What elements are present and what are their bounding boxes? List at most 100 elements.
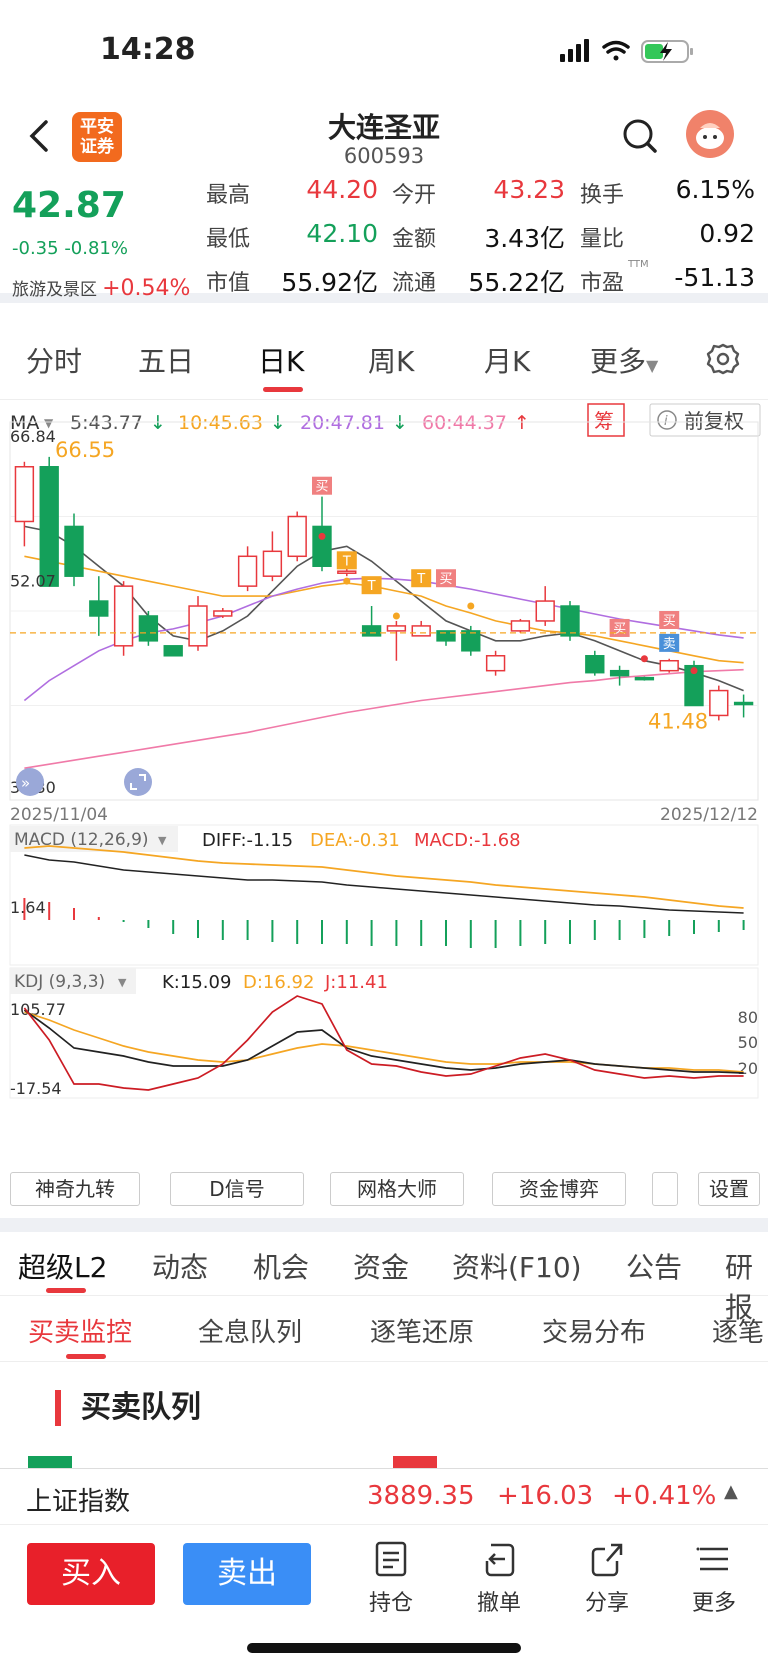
tool-d-signal[interactable]: D信号 <box>170 1172 304 1206</box>
macd-bar <box>221 920 224 940</box>
share-icon <box>591 1543 623 1577</box>
index-change: +16.03 <box>497 1481 594 1511</box>
subtab-queue[interactable]: 全息队列 <box>198 1312 302 1349</box>
positions-button[interactable]: 持仓 <box>356 1539 426 1617</box>
tab-announcements[interactable]: 公告 <box>626 1246 682 1286</box>
ma5-value: 5:43.77 <box>70 412 143 434</box>
index-name: 上证指数 <box>26 1487 131 1517</box>
macd-series <box>23 845 745 948</box>
period-tabs: 分时 五日 日K 周K 月K 更多▼ <box>0 320 768 400</box>
macd-bar <box>73 908 75 920</box>
macd-bar <box>643 920 646 938</box>
tab-daily-k[interactable]: 日K <box>258 340 304 380</box>
more-button[interactable]: 更多 <box>679 1539 749 1617</box>
quote-sup: TTM <box>628 259 649 270</box>
subtab-tick[interactable]: 逐笔 <box>712 1312 764 1349</box>
cancel-order-button[interactable]: 撤单 <box>464 1539 534 1617</box>
subtab-tick-replay[interactable]: 逐笔还原 <box>370 1312 474 1349</box>
subtab-monitor[interactable]: 买卖监控 <box>28 1312 132 1349</box>
kdj-label[interactable]: KDJ (9,3,3) <box>14 972 105 992</box>
sell-button[interactable]: 卖出 <box>183 1543 311 1605</box>
queue-sell-tag <box>393 1456 437 1468</box>
buy-marker-text: 买 <box>613 622 626 637</box>
j-line <box>23 995 744 1091</box>
tab-opportunity[interactable]: 机会 <box>253 1246 309 1286</box>
ma20-value: 20:47.81 <box>300 412 385 434</box>
l2-subtabs: 买卖监控 全息队列 逐笔还原 交易分布 逐笔 <box>0 1296 768 1362</box>
index-bar[interactable]: 上证指数 3889.35 +16.03 +0.41% ▲ <box>0 1468 768 1524</box>
sector-info[interactable]: 旅游及景区 +0.54% <box>12 275 190 301</box>
macd-diff: DIFF:-1.15 <box>202 830 293 851</box>
ma10-arrow-icon: ↓ <box>270 412 286 434</box>
share-label: 分享 <box>584 1591 629 1616</box>
kdj-caret-icon: ▼ <box>118 976 127 989</box>
macd-bar <box>246 920 249 940</box>
candle-body <box>312 525 332 567</box>
search-icon[interactable] <box>622 118 658 160</box>
signal-dot <box>318 532 326 540</box>
fullscreen-icon[interactable] <box>124 768 152 796</box>
info-tabs: 超级L2 动态 机会 资金 资料(F10) 公告 研报 <box>0 1232 768 1324</box>
chip-label: 筹 <box>594 409 614 433</box>
candle-body <box>634 676 655 681</box>
candle-body <box>659 659 679 672</box>
kdj-bottom-label: -17.54 <box>10 1079 62 1098</box>
k-line <box>23 1009 744 1074</box>
ma60-arrow-icon: ↑ <box>514 412 530 434</box>
candle-body <box>560 605 580 637</box>
tab-monthly-k[interactable]: 月K <box>484 340 530 380</box>
macd-bar <box>519 920 522 946</box>
cancel-order-icon <box>485 1543 515 1577</box>
tab-f10[interactable]: 资料(F10) <box>452 1246 582 1286</box>
tab-dynamics[interactable]: 动态 <box>152 1246 208 1286</box>
kdj-series <box>23 995 744 1091</box>
tab-weekly-k[interactable]: 周K <box>368 340 414 380</box>
tab-intraday[interactable]: 分时 <box>26 340 82 380</box>
change-amount: -0.35 <box>12 238 59 259</box>
caret-down-icon: ▼ <box>646 356 659 375</box>
tool-settings[interactable]: 设置 <box>698 1172 760 1206</box>
battery-icon <box>641 40 693 63</box>
kline-chart-area[interactable]: MA ▼ 5:43.77 ↓ 10:45.63 ↓ 20:47.81 ↓ 60:… <box>0 400 768 1170</box>
buy-button[interactable]: 买入 <box>27 1543 155 1605</box>
candle-body <box>709 689 729 717</box>
candle-body <box>361 625 382 637</box>
t-marker-text: T <box>342 554 351 569</box>
tab-more[interactable]: 更多▼ <box>590 340 658 380</box>
share-button[interactable]: 分享 <box>572 1539 642 1617</box>
signal-dot <box>392 612 400 620</box>
more-label: 更多 <box>691 1591 736 1616</box>
active-tab-indicator <box>263 387 303 392</box>
adjust-label: 前复权 <box>684 409 744 433</box>
subtab-distribution[interactable]: 交易分布 <box>542 1312 646 1349</box>
tab-funds[interactable]: 资金 <box>353 1246 409 1286</box>
gear-icon[interactable] <box>706 342 740 380</box>
macd-bar <box>494 920 497 948</box>
sector-change: +0.54% <box>102 276 191 301</box>
candle-body <box>138 615 159 642</box>
candle-body <box>386 625 407 632</box>
avatar[interactable] <box>686 110 734 158</box>
quote-value: 55.92亿 <box>281 268 378 297</box>
tool-hidden[interactable] <box>652 1172 678 1206</box>
signal-dot <box>467 602 475 610</box>
price-change: -0.35 -0.81% <box>12 238 128 259</box>
expand-up-icon[interactable]: ▲ <box>724 1481 738 1502</box>
candle-body <box>113 585 134 647</box>
macd-caret-icon: ▼ <box>158 834 167 847</box>
quote-label: 市盈 <box>580 271 625 296</box>
last-price: 42.87 <box>12 185 126 226</box>
quote-label: 最低 <box>206 227 251 252</box>
candle-body <box>213 610 233 617</box>
kline-svg[interactable]: MA ▼ 5:43.77 ↓ 10:45.63 ↓ 20:47.81 ↓ 60:… <box>0 400 768 1170</box>
tool-nine-turn[interactable]: 神奇九转 <box>10 1172 140 1206</box>
tab-5day[interactable]: 五日 <box>138 340 194 380</box>
quote-value: -51.13 <box>674 263 755 292</box>
tab-super-l2[interactable]: 超级L2 <box>18 1246 107 1286</box>
macd-bar <box>469 920 472 948</box>
quote-value: 0.92 <box>699 219 755 248</box>
tool-fund-game[interactable]: 资金博弈 <box>492 1172 626 1206</box>
tool-grid-master[interactable]: 网格大师 <box>330 1172 464 1206</box>
kdj-k: K:15.09 <box>162 972 231 993</box>
candle-body <box>237 555 258 587</box>
